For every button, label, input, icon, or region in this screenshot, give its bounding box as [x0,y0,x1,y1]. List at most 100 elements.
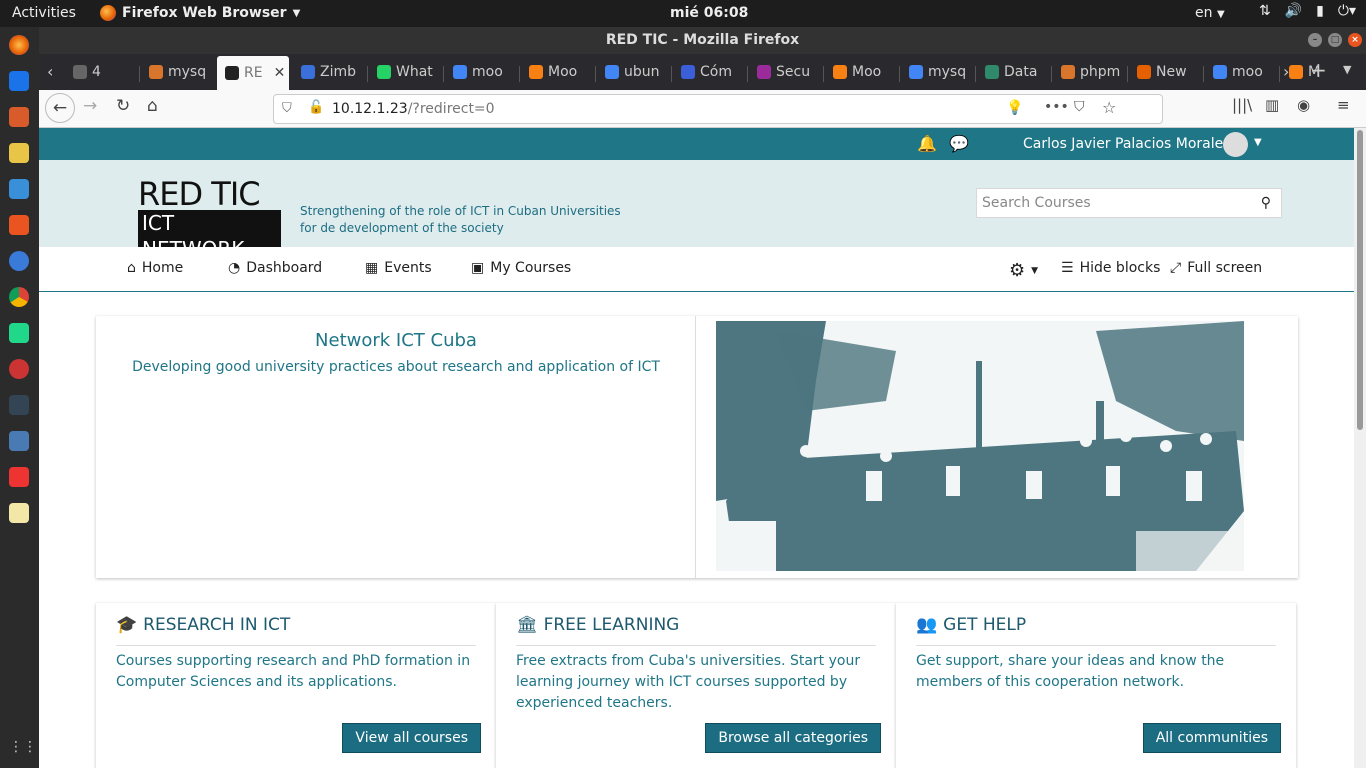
tab-label: moo [472,64,503,80]
graduation-cap-icon: 🎓 [116,615,138,635]
tab-label: ubun [624,64,660,80]
hide-blocks-button[interactable]: ☰ Hide blocks [1061,260,1160,276]
shield-icon[interactable]: ⛉ [282,101,292,116]
reload-button[interactable]: ↻ [116,96,130,116]
search-placeholder: Search Courses [982,195,1091,211]
tab[interactable]: New [1129,58,1201,86]
app-menu[interactable]: Firefox Web Browser ▼ [100,5,300,21]
help-icon[interactable] [9,251,29,271]
firefox-icon[interactable] [9,35,29,55]
library-icon[interactable]: |||\ [1232,96,1252,114]
tab-scroll-right-icon[interactable]: › [1283,62,1289,81]
messages-icon[interactable]: 💬 [949,134,969,153]
tab[interactable]: moo [445,58,517,86]
page-scrollbar[interactable] [1354,128,1366,768]
pocket-icon[interactable]: ⛉ [1074,99,1085,115]
view-all-courses-button[interactable]: View all courses [342,723,481,753]
tab[interactable]: moo [1205,58,1277,86]
battery-icon[interactable]: ▮ [1316,3,1324,19]
back-button[interactable]: ← [45,93,75,123]
settings-menu[interactable]: ⚙ ▼ [1009,260,1038,281]
tab-label: Moo [548,64,578,80]
notification-bell-icon[interactable]: 🔔 [917,134,937,153]
all-communities-button[interactable]: All communities [1142,723,1281,753]
activities-button[interactable]: Activities [12,5,76,21]
close-window-button[interactable]: × [1348,33,1362,47]
tab[interactable]: Zimb [293,58,365,86]
maximize-button[interactable]: □ [1328,33,1342,47]
pycharm-icon[interactable] [9,323,29,343]
sidebar-icon[interactable]: ▥ [1265,96,1279,114]
tab-separator [1127,66,1128,82]
close-tab-icon[interactable]: ✕ [274,65,286,81]
tab-favicon-icon [1061,65,1075,79]
firefox-icon [100,5,116,21]
tab-list-button[interactable]: ▼ [1343,63,1351,76]
tool-icon[interactable] [9,359,29,379]
lightbulb-icon[interactable]: 💡 [1006,100,1023,116]
menu-dashboard-label: Dashboard [246,260,323,276]
software-center-icon[interactable] [9,215,29,235]
tab[interactable]: What [369,58,441,86]
tab[interactable]: phpm [1053,58,1125,86]
chrome-icon[interactable] [9,287,29,307]
tab[interactable]: Moo [521,58,593,86]
user-menu-chevron-icon[interactable]: ▼ [1254,137,1262,148]
tab-active[interactable]: RE ✕ [217,56,289,90]
settings-icon[interactable] [9,431,29,451]
terminal-icon[interactable] [9,395,29,415]
menu-events[interactable]: ▦ Events [365,260,432,276]
anydesk-icon[interactable] [9,467,29,487]
volume-icon[interactable]: 🔊 [1285,3,1302,19]
language-indicator[interactable]: en ▼ [1195,5,1225,21]
account-icon[interactable]: ◉ [1297,96,1310,114]
site-logo[interactable]: RED TIC ICT NETWORK [138,178,281,262]
url-bar[interactable]: ⛉ 🔓 10.12.1.23/?redirect=0 💡 ••• ⛉ ☆ [273,94,1163,124]
tab[interactable]: Moo [825,58,897,86]
files-icon[interactable] [9,107,29,127]
full-screen-button[interactable]: ⤢ Full screen [1170,260,1262,276]
bookmark-star-icon[interactable]: ☆ [1102,98,1116,117]
hamburger-menu-icon[interactable]: ≡ [1337,96,1350,114]
tab-favicon-icon [1137,65,1151,79]
tab-favicon-icon [453,65,467,79]
dashboard-icon: ◔ [228,260,241,276]
window-title: RED TIC - Mozilla Firefox [605,32,800,48]
new-tab-button[interactable]: + [1310,58,1327,82]
search-icon[interactable]: ⚲ [1261,195,1271,211]
tab-favicon-icon [985,65,999,79]
tab[interactable]: 4 [65,58,137,86]
tab[interactable]: Data [977,58,1049,86]
power-menu-icon[interactable]: ⏻▾ [1338,3,1356,19]
network-icon[interactable]: ⇅ [1259,3,1271,19]
system-top-bar: Activities Firefox Web Browser ▼ mié 06:… [0,0,1366,27]
clock[interactable]: mié 06:08 [670,5,748,21]
search-courses-input[interactable]: Search Courses ⚲ [976,188,1282,218]
page-actions-icon[interactable]: ••• [1044,99,1069,115]
user-name[interactable]: Carlos Javier Palacios Morales [1023,136,1231,152]
tab-scroll-left-icon[interactable]: ‹ [47,62,53,81]
tab[interactable]: Secu [749,58,821,86]
site-header: RED TIC ICT NETWORK Strengthening of the… [39,160,1354,262]
chevron-down-icon: ▼ [1031,265,1039,276]
show-apps-icon[interactable]: ⋮⋮ [9,739,37,759]
menu-home[interactable]: ⌂ Home [127,260,183,276]
menu-dashboard[interactable]: ◔ Dashboard [228,260,322,276]
home-icon[interactable]: ⌂ [147,96,158,116]
text-editor-icon[interactable] [9,503,29,523]
minimize-button[interactable]: – [1308,33,1322,47]
menu-my-courses[interactable]: ▣ My Courses [471,260,571,276]
scrollbar-thumb[interactable] [1357,130,1363,430]
document-icon[interactable] [9,179,29,199]
tab[interactable]: mysq [141,58,213,86]
tab[interactable]: Cóm [673,58,745,86]
tab[interactable]: mysq [901,58,973,86]
avatar[interactable] [1223,132,1248,157]
browse-all-categories-button[interactable]: Browse all categories [705,723,881,753]
gear-icon: ⚙ [1009,260,1026,281]
forward-button[interactable]: → [83,96,97,116]
mail-icon[interactable] [9,71,29,91]
insecure-lock-icon[interactable]: 🔓 [308,100,324,115]
tab[interactable]: ubun [597,58,669,86]
player-icon[interactable] [9,143,29,163]
